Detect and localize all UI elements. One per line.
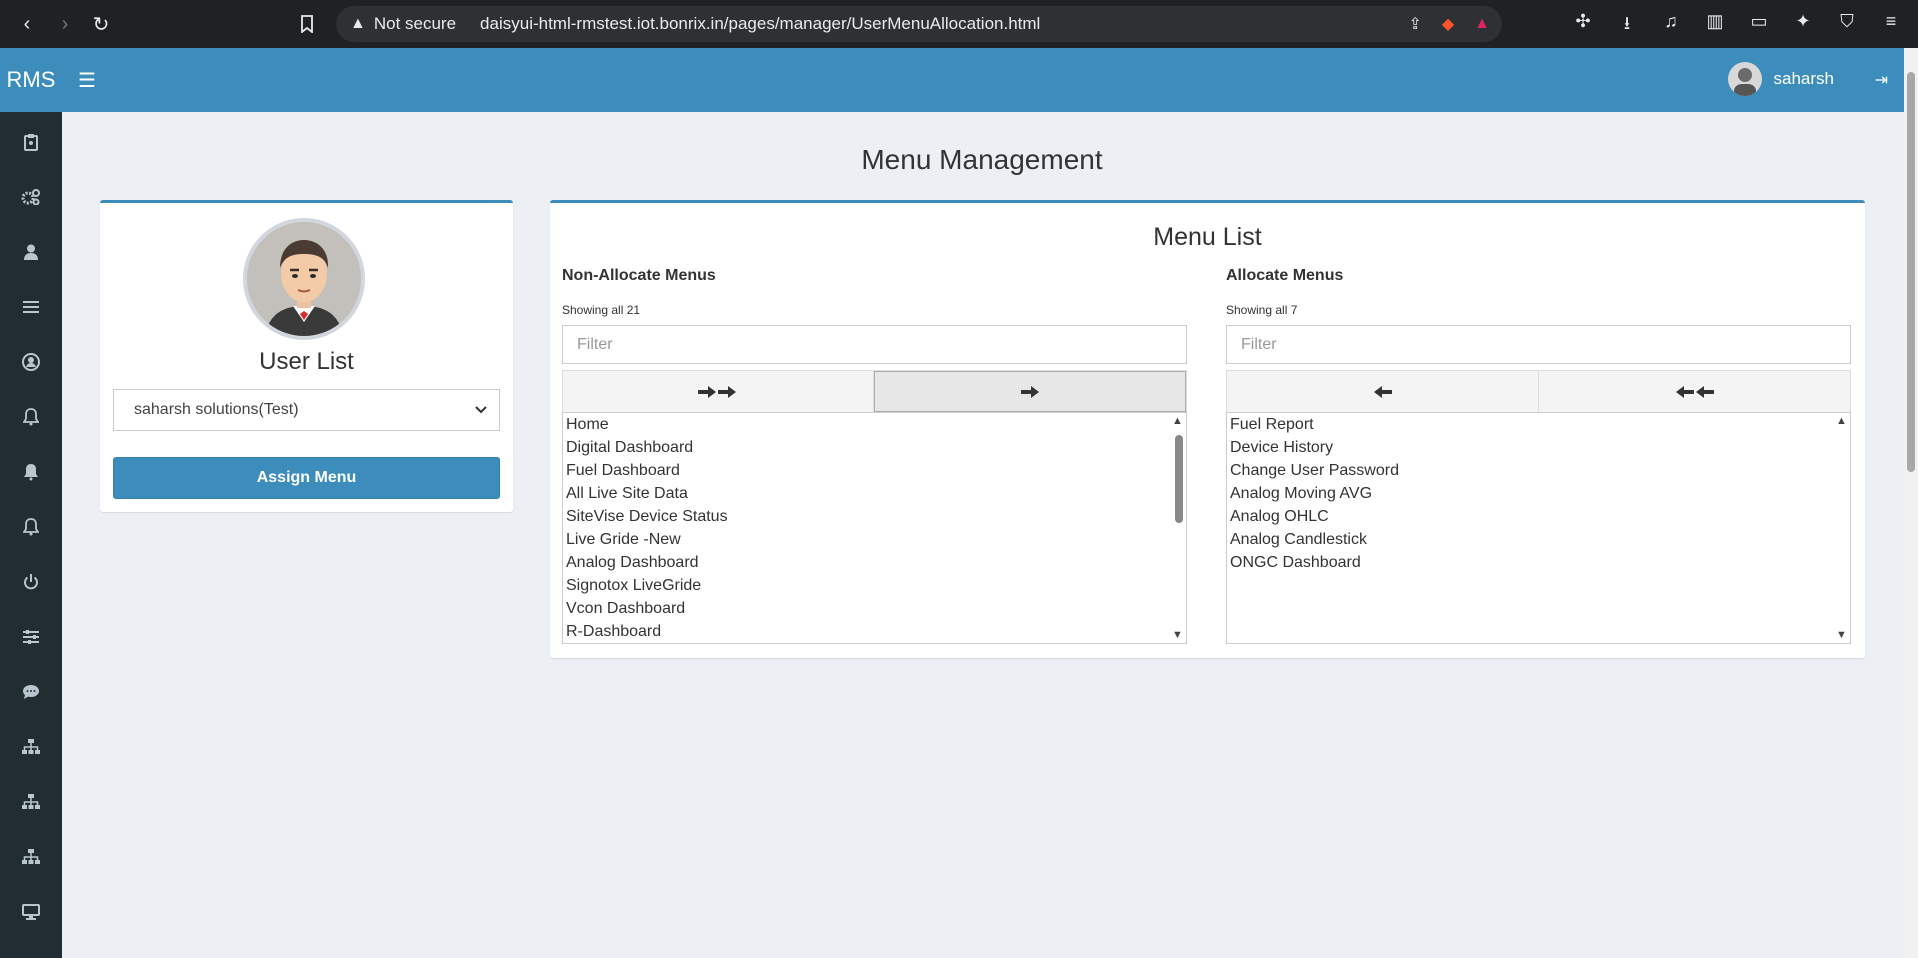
page-scrollbar[interactable] (1904, 48, 1918, 958)
reload-icon[interactable]: ↻ (88, 11, 114, 37)
scroll-down-icon[interactable]: ▼ (1172, 629, 1183, 641)
forward-icon[interactable]: › (52, 11, 78, 37)
non-allocated-count: Showing all 21 (562, 303, 641, 317)
list-item[interactable]: ONGC Dashboard (1227, 551, 1850, 574)
power-icon[interactable] (0, 567, 62, 597)
list-item[interactable]: Analog OHLC (1227, 505, 1850, 528)
scroll-up-icon[interactable]: ▲ (1172, 415, 1183, 427)
selected-user: saharsh solutions(Test) (134, 401, 299, 418)
sitemap-icon[interactable] (0, 732, 62, 762)
move-selected-left-button[interactable] (1227, 371, 1539, 412)
list-item[interactable]: Home (563, 413, 1186, 436)
user-select[interactable]: saharsh solutions(Test) (113, 389, 500, 431)
move-all-right-button[interactable] (563, 371, 874, 412)
allocated-heading: Allocate Menus (1226, 267, 1344, 284)
list-item[interactable]: Analog Moving AVG (1227, 482, 1850, 505)
list-item[interactable]: Vcon Dashboard (563, 597, 1186, 620)
warning-icon: ▲ (350, 15, 366, 32)
sidebar (0, 112, 62, 958)
clipboard-icon[interactable] (0, 127, 62, 157)
allocated-filter-input[interactable]: Filter (1226, 325, 1851, 364)
page-title: Menu Management (861, 144, 1103, 175)
assign-menu-button[interactable]: Assign Menu (113, 457, 500, 499)
list-scrollbar[interactable]: ▲ ▼ (1834, 413, 1850, 643)
leo-ai-icon[interactable]: ✦ (1790, 11, 1816, 41)
username: saharsh (1773, 69, 1834, 88)
list-item[interactable]: Signotox LiveGride (563, 574, 1186, 597)
share-icon[interactable]: ⇪ (1408, 14, 1421, 34)
address-bar[interactable]: ▲ Not secure daisyui-html-rmstest.iot.bo… (336, 6, 1502, 42)
non-allocated-list[interactable]: Home Digital Dashboard Fuel Dashboard Al… (562, 412, 1187, 644)
bell-outline-icon[interactable] (0, 512, 62, 542)
list-item[interactable]: Digital Dashboard (563, 436, 1186, 459)
desktop-icon[interactable] (0, 897, 62, 927)
sliders-icon[interactable] (0, 622, 62, 652)
download-icon[interactable]: ⭳ (1614, 11, 1640, 41)
hamburger-icon[interactable]: ☰ (78, 68, 96, 93)
user-circle-icon[interactable] (0, 347, 62, 377)
sidebar-toggle-icon[interactable]: ▥ (1702, 11, 1728, 41)
move-all-left-button[interactable] (1539, 371, 1850, 412)
list-item[interactable]: Analog Dashboard (563, 551, 1186, 574)
bell-icon[interactable] (0, 457, 62, 487)
allocated-count: Showing all 7 (1226, 303, 1298, 317)
list-item[interactable]: Analog Candlestick (1227, 528, 1850, 551)
non-allocated-panel: Non-Allocate Menus Showing all 21 Filter… (562, 267, 1187, 644)
scroll-up-icon[interactable]: ▲ (1836, 415, 1847, 427)
list-item[interactable]: All Live Site Data (563, 482, 1186, 505)
brave-rewards-icon[interactable]: ▲ (1474, 15, 1490, 33)
not-secure-label: Not secure (373, 14, 457, 33)
extensions-icon[interactable]: ✣ (1570, 11, 1596, 41)
music-icon[interactable]: ♫ (1658, 11, 1684, 41)
avatar (1727, 62, 1762, 96)
list-item[interactable]: Change User Password (1227, 459, 1850, 482)
gears-icon[interactable] (0, 182, 62, 212)
user-icon[interactable] (0, 237, 62, 267)
list-item[interactable]: R-Dashboard (563, 620, 1186, 643)
brave-shield-icon[interactable]: ◆ (1442, 14, 1454, 34)
browser-toolbar: ‹ › ↻ ▲ Not secure daisyui-html-rmstest.… (0, 0, 1918, 48)
menu-list-title: Menu List (1153, 223, 1262, 251)
browser-menu-icon[interactable]: ≡ (1878, 11, 1904, 41)
menu-panel: Menu List Non-Allocate Menus Showing all… (550, 200, 1865, 658)
list-item[interactable]: Fuel Report (1227, 413, 1850, 436)
bell-outline-icon[interactable] (0, 402, 62, 432)
user-list-title: User List (259, 348, 354, 375)
back-icon[interactable]: ‹ (14, 11, 40, 37)
wallet-icon[interactable]: ▭ (1746, 11, 1772, 41)
list-scrollbar[interactable]: ▲ ▼ (1170, 413, 1186, 643)
sitemap-icon[interactable] (0, 787, 62, 817)
non-allocated-filter-input[interactable]: Filter (562, 325, 1187, 364)
list-item[interactable]: Live Gride -New (563, 528, 1186, 551)
non-allocated-heading: Non-Allocate Menus (562, 267, 716, 284)
move-selected-right-button[interactable] (874, 371, 1186, 412)
list-item[interactable]: Device History (1227, 436, 1850, 459)
list-item[interactable]: SiteVise Device Status (563, 505, 1186, 528)
list-icon[interactable] (0, 292, 62, 322)
vpn-icon[interactable]: ⛉ (1834, 11, 1860, 41)
user-menu[interactable]: saharsh (1727, 62, 1834, 96)
allocated-panel: Allocate Menus Showing all 7 Filter Fuel… (1226, 267, 1851, 644)
list-item[interactable]: Fuel Dashboard (563, 459, 1186, 482)
user-avatar (243, 218, 365, 340)
logout-icon[interactable]: ⇥ (1875, 70, 1888, 90)
scroll-down-icon[interactable]: ▼ (1836, 629, 1847, 641)
user-panel: User List saharsh solutions(Test) Assign… (100, 200, 513, 512)
app-header: RMS ☰ saharsh ⇥ (0, 48, 1918, 112)
url-text[interactable]: daisyui-html-rmstest.iot.bonrix.in/pages… (480, 14, 1040, 34)
app-logo[interactable]: RMS (0, 48, 62, 112)
comment-icon[interactable] (0, 677, 62, 707)
bookmark-icon[interactable] (294, 11, 320, 37)
sitemap-icon[interactable] (0, 842, 62, 872)
allocated-list[interactable]: Fuel Report Device History Change User P… (1226, 412, 1851, 644)
chevron-down-icon (475, 402, 487, 417)
